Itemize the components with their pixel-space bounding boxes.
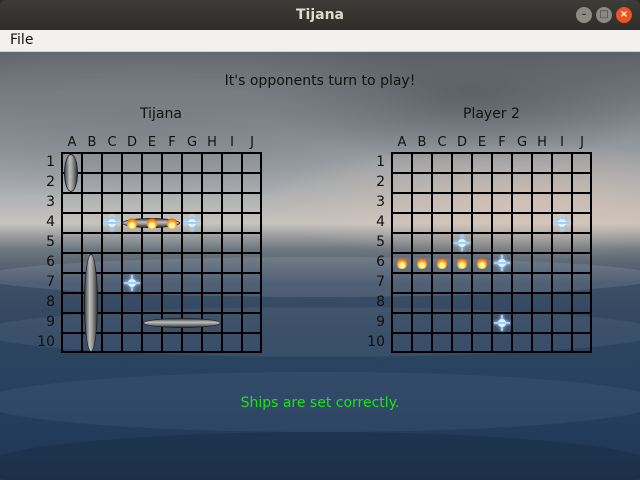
ship bbox=[84, 254, 98, 352]
own-column-label: J bbox=[250, 135, 254, 150]
opponent-column-label: C bbox=[437, 135, 447, 150]
opponent-column-label: A bbox=[397, 135, 407, 150]
opponent-row-label: 7 bbox=[376, 274, 385, 290]
fire-icon bbox=[164, 215, 180, 231]
opponent-column-label: D bbox=[456, 135, 467, 150]
own-row-label: 4 bbox=[46, 214, 55, 230]
own-row-label: 9 bbox=[46, 314, 55, 330]
splash-icon bbox=[184, 215, 200, 231]
own-row-label: 2 bbox=[46, 174, 55, 190]
opponent-row-label: 4 bbox=[376, 214, 385, 230]
opponent-row-label: 9 bbox=[376, 314, 385, 330]
opponent-grid[interactable] bbox=[391, 152, 592, 353]
opponent-row-label: 10 bbox=[367, 334, 385, 350]
splash-icon bbox=[454, 235, 470, 251]
opponent-column-label: B bbox=[417, 135, 427, 150]
minimize-button[interactable]: – bbox=[576, 7, 592, 23]
opponent-row-label: 8 bbox=[376, 294, 385, 310]
opponent-column-label: I bbox=[560, 135, 564, 150]
own-row-label: 1 bbox=[46, 154, 55, 170]
right-board-name: Player 2 bbox=[463, 106, 520, 122]
own-column-label: D bbox=[126, 135, 137, 150]
fire-icon bbox=[414, 255, 430, 271]
menu-file[interactable]: File bbox=[10, 32, 33, 48]
opponent-row-label: 6 bbox=[376, 254, 385, 270]
menu-bar: File bbox=[0, 30, 640, 52]
own-row-label: 7 bbox=[46, 274, 55, 290]
fire-icon bbox=[394, 255, 410, 271]
opponent-column-label: E bbox=[477, 135, 487, 150]
own-column-label: F bbox=[168, 135, 176, 150]
window-title: Tijana bbox=[295, 7, 344, 23]
splash-icon bbox=[124, 275, 140, 291]
own-column-label: B bbox=[87, 135, 97, 150]
opponent-row-label: 3 bbox=[376, 194, 385, 210]
ship bbox=[64, 154, 78, 192]
fire-icon bbox=[144, 215, 160, 231]
ship bbox=[143, 318, 221, 328]
own-row-label: 6 bbox=[46, 254, 55, 270]
own-row-label: 3 bbox=[46, 194, 55, 210]
close-button[interactable]: × bbox=[616, 7, 632, 23]
opponent-row-label: 1 bbox=[376, 154, 385, 170]
opponent-row-label: 5 bbox=[376, 234, 385, 250]
splash-icon bbox=[494, 315, 510, 331]
opponent-column-label: J bbox=[580, 135, 584, 150]
opponent-row-label: 2 bbox=[376, 174, 385, 190]
own-column-label: A bbox=[67, 135, 77, 150]
own-column-label: E bbox=[147, 135, 157, 150]
title-bar: Tijana – □ × bbox=[0, 0, 640, 30]
splash-icon bbox=[554, 215, 570, 231]
turn-status: It's opponents turn to play! bbox=[224, 73, 416, 89]
opponent-column-label: G bbox=[516, 135, 528, 150]
left-board-name: Tijana bbox=[140, 106, 182, 122]
own-column-label: G bbox=[186, 135, 198, 150]
maximize-button[interactable]: □ bbox=[596, 7, 612, 23]
opponent-column-label: F bbox=[498, 135, 506, 150]
own-column-label: C bbox=[107, 135, 117, 150]
splash-icon bbox=[104, 215, 120, 231]
game-area: It's opponents turn to play! Tijana Play… bbox=[0, 52, 640, 480]
splash-icon bbox=[494, 255, 510, 271]
own-column-label: H bbox=[207, 135, 217, 150]
fire-icon bbox=[434, 255, 450, 271]
own-row-label: 8 bbox=[46, 294, 55, 310]
fire-icon bbox=[124, 215, 140, 231]
own-column-label: I bbox=[230, 135, 234, 150]
fire-icon bbox=[454, 255, 470, 271]
own-row-label: 10 bbox=[37, 334, 55, 350]
own-row-label: 5 bbox=[46, 234, 55, 250]
setup-message: Ships are set correctly. bbox=[240, 395, 400, 411]
opponent-column-label: H bbox=[537, 135, 547, 150]
fire-icon bbox=[474, 255, 490, 271]
